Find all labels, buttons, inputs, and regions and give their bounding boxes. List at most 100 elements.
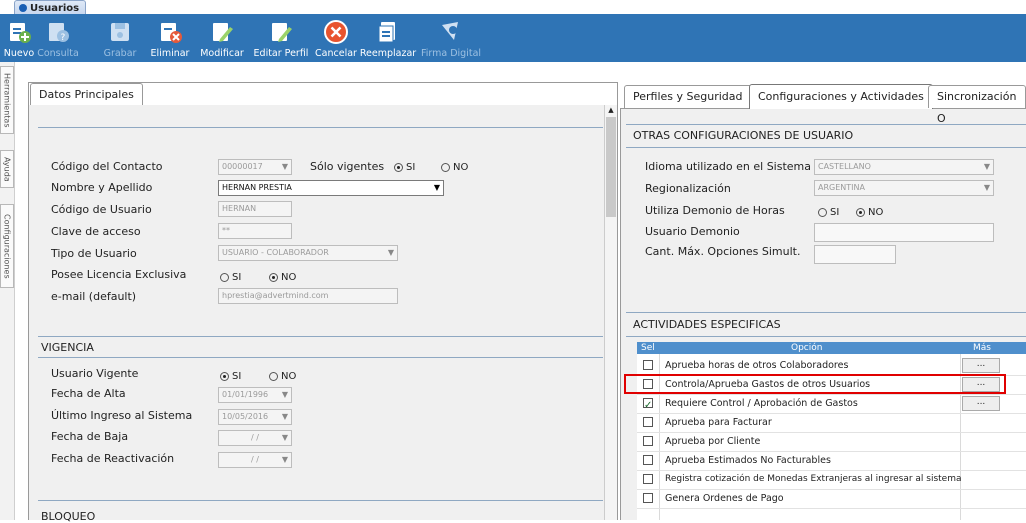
consulta-button[interactable]: ? Consulta (37, 14, 79, 62)
row-option: Genera Ordenes de Pago (665, 493, 784, 504)
table-row[interactable]: Aprueba Estimados No Facturables (637, 451, 1026, 471)
side-tab-ayuda[interactable]: Ayuda (0, 150, 14, 188)
solo-vigentes-label: Sólo vigentes (310, 160, 385, 173)
tab-sincronizacion[interactable]: Sincronización O (928, 85, 1026, 125)
side-tab-label: Herramientas (2, 72, 12, 128)
modificar-label: Modificar (200, 48, 244, 59)
radio-label: NO (281, 371, 297, 382)
side-tab-configuraciones[interactable]: Configuraciones (0, 204, 14, 288)
scroll-up-arrow-icon[interactable]: ▲ (606, 105, 616, 115)
codigo-contacto-select[interactable]: 00000017 ▼ (218, 159, 292, 175)
eliminar-button[interactable]: Eliminar (150, 14, 190, 62)
tab-datos-principales[interactable]: Datos Principales (30, 83, 143, 106)
email-field[interactable]: hprestia@advertmind.com (218, 288, 398, 304)
nuevo-button[interactable]: Nuevo (4, 14, 34, 62)
licencia-si-radio[interactable]: SI (220, 272, 241, 283)
row-checkbox[interactable] (643, 436, 653, 446)
cant-max-field[interactable] (814, 245, 896, 264)
row-checkbox[interactable] (643, 474, 653, 484)
divider (38, 336, 603, 337)
fecha-reactivacion-field[interactable]: / / ▼ (218, 452, 292, 468)
divider (626, 147, 1026, 148)
field-value: / / (251, 455, 259, 464)
row-more-button[interactable]: ... (962, 396, 1000, 411)
clave-acceso-field[interactable]: ** (218, 223, 292, 239)
table-row[interactable]: Requiere Control / Aprobación de Gastos … (637, 394, 1026, 415)
new-document-icon (6, 19, 32, 45)
radio-label: SI (406, 162, 416, 173)
email-label: e-mail (default) (51, 290, 137, 303)
row-checkbox[interactable] (643, 396, 653, 415)
toolbar: Nuevo ? Consulta Grabar Eliminar Modific… (0, 14, 1026, 62)
idioma-select[interactable]: CASTELLANO ▼ (814, 159, 994, 175)
tipo-usuario-select[interactable]: USUARIO - COLABORADOR ▼ (218, 245, 398, 261)
eliminar-label: Eliminar (150, 48, 190, 59)
regionalizacion-select[interactable]: ARGENTINA ▼ (814, 180, 994, 196)
radio-label: SI (830, 207, 840, 218)
replace-icon (375, 19, 401, 45)
reemplazar-button[interactable]: Reemplazar (360, 14, 416, 62)
demonio-horas-label: Utiliza Demonio de Horas (645, 204, 785, 217)
usuario-vigente-no-radio[interactable]: NO (269, 371, 296, 382)
row-checkbox[interactable] (643, 360, 653, 370)
demonio-si-radio[interactable]: SI (818, 207, 839, 218)
editar-perfil-button[interactable]: Editar Perfil (250, 14, 312, 62)
row-more-button[interactable]: ... (962, 358, 1000, 373)
radio-icon (269, 273, 278, 282)
vigencia-title: VIGENCIA (41, 341, 94, 354)
divider (38, 127, 603, 128)
demonio-no-radio[interactable]: NO (856, 207, 883, 218)
side-tab-herramientas[interactable]: Herramientas (0, 66, 14, 134)
field-value: 00000017 (222, 162, 263, 171)
codigo-usuario-field[interactable]: HERNAN (218, 201, 292, 217)
scroll-thumb[interactable] (606, 117, 616, 217)
window-tab-usuarios[interactable]: Usuarios (14, 0, 87, 15)
radio-label: SI (232, 371, 242, 382)
row-option: Aprueba horas de otros Colaboradores (665, 360, 849, 371)
cancelar-button[interactable]: Cancelar (313, 14, 359, 62)
radio-icon (220, 273, 229, 282)
row-checkbox[interactable] (643, 455, 653, 465)
tab-configuraciones-actividades[interactable]: Configuraciones y Actividades (749, 84, 933, 109)
chevron-down-icon: ▼ (433, 183, 440, 192)
tab-perfiles-seguridad[interactable]: Perfiles y Seguridad (624, 85, 752, 108)
chevron-down-icon: ▼ (281, 412, 288, 421)
row-option: Requiere Control / Aprobación de Gastos (665, 398, 858, 409)
solo-vigentes-no-radio[interactable]: NO (441, 162, 468, 173)
tipo-usuario-label: Tipo de Usuario (51, 247, 137, 260)
modificar-button[interactable]: Modificar (198, 14, 246, 62)
table-row[interactable]: Aprueba para Facturar (637, 413, 1026, 433)
table-row[interactable]: Aprueba por Cliente (637, 432, 1026, 452)
radio-label: NO (453, 162, 469, 173)
table-row[interactable]: Aprueba horas de otros Colaboradores ... (637, 356, 1026, 376)
firma-digital-label: Firma Digital (420, 48, 482, 59)
solo-vigentes-si-radio[interactable]: SI (394, 162, 415, 173)
idioma-label: Idioma utilizado en el Sistema (645, 160, 812, 173)
usuario-vigente-si-radio[interactable]: SI (220, 371, 241, 382)
field-value: / / (251, 433, 259, 442)
grabar-button[interactable]: Grabar (104, 14, 136, 62)
clave-acceso-label: Clave de acceso (51, 225, 141, 238)
divider (626, 312, 1026, 313)
tab-label: Perfiles y Seguridad (633, 90, 743, 103)
fecha-baja-field[interactable]: / / ▼ (218, 430, 292, 446)
codigo-contacto-label: Código del Contacto (51, 160, 163, 173)
codigo-usuario-label: Código de Usuario (51, 203, 152, 216)
fecha-baja-label: Fecha de Baja (51, 430, 129, 443)
licencia-no-radio[interactable]: NO (269, 272, 296, 283)
row-checkbox[interactable] (643, 493, 653, 503)
table-row[interactable]: Genera Ordenes de Pago (637, 489, 1026, 509)
window-tab-label: Usuarios (30, 2, 80, 14)
vertical-scrollbar[interactable]: ▲ (604, 105, 617, 520)
usuario-demonio-field[interactable] (814, 223, 994, 242)
firma-digital-button[interactable]: Firma Digital (418, 14, 484, 62)
nombre-apellido-select[interactable]: HERNAN PRESTIA ▼ (218, 180, 444, 196)
table-row[interactable]: Registra cotización de Monedas Extranjer… (637, 470, 1026, 490)
ultimo-ingreso-field[interactable]: 10/05/2016 ▼ (218, 409, 292, 425)
row-checkbox[interactable] (643, 417, 653, 427)
regionalizacion-label: Regionalización (645, 182, 731, 195)
row-option: Aprueba por Cliente (665, 436, 761, 447)
fecha-alta-field[interactable]: 01/01/1996 ▼ (218, 387, 292, 403)
radio-icon (220, 372, 229, 381)
nuevo-label: Nuevo (3, 48, 35, 59)
